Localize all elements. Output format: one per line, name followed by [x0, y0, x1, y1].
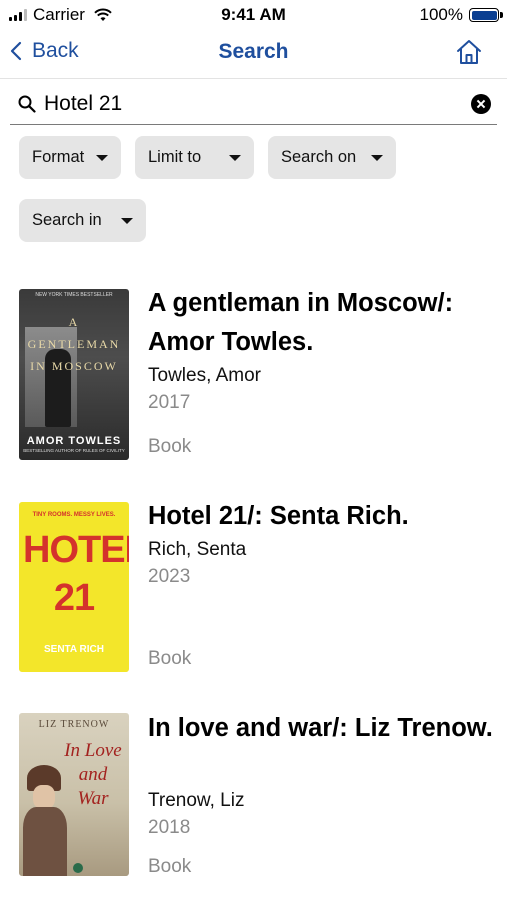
book-cover-image: LIZ TRENOW In Love and War [19, 713, 129, 876]
result-format: Book [148, 648, 192, 669]
battery-percent: 100% [419, 5, 463, 24]
cover-top-text: TINY ROOMS. MESSY LIVES. [32, 512, 116, 518]
search-icon [18, 95, 36, 113]
filter-search-on-dropdown[interactable]: Search on [268, 136, 396, 179]
book-cover-image: NEW YORK TIMES BESTSELLER A GENTLEMAN IN… [19, 289, 129, 460]
caret-down-icon [96, 154, 108, 161]
result-year: 2023 [148, 566, 191, 587]
home-icon[interactable] [455, 38, 483, 66]
book-cover-image: TINY ROOMS. MESSY LIVES. HOTEL 21 SENTA … [19, 502, 129, 672]
filter-label: Search on [281, 148, 357, 166]
filter-format-dropdown[interactable]: Format [19, 136, 121, 179]
navigation-bar: Back Search [0, 30, 507, 79]
cover-title-text: A GENTLEMAN IN MOSCOW [27, 315, 121, 373]
result-format: Book [148, 856, 192, 877]
page-title: Search [218, 40, 289, 63]
filter-limit-to-dropdown[interactable]: Limit to [135, 136, 254, 179]
cover-author-text: LIZ TRENOW [38, 719, 110, 730]
search-input[interactable] [42, 91, 446, 117]
status-bar: Carrier 9:41 AM 100% [0, 0, 507, 30]
status-right: 100% [419, 5, 503, 25]
result-author: Towles, Amor [148, 365, 261, 386]
result-year: 2018 [148, 817, 191, 838]
battery-icon [469, 8, 503, 22]
filter-search-in-dropdown[interactable]: Search in [19, 199, 146, 242]
cover-title-text: HOTEL 21 [23, 529, 129, 619]
caret-down-icon [371, 154, 383, 161]
cover-author-text: AMOR TOWLES [26, 435, 122, 447]
cover-top-text: NEW YORK TIMES BESTSELLER [35, 292, 113, 298]
cover-tagline: BESTSELLING AUTHOR OF RULES OF CIVILITY [23, 448, 125, 453]
filter-label: Format [32, 148, 85, 166]
result-year: 2017 [148, 392, 191, 413]
result-title[interactable]: A gentleman in Moscow/: Amor Towles. [148, 284, 493, 362]
search-bar [10, 84, 497, 125]
cover-title-text: In Love and War [64, 740, 122, 809]
cover-author-text: SENTA RICH [44, 644, 104, 655]
caret-down-icon [229, 154, 241, 161]
result-title[interactable]: In love and war/: Liz Trenow. [148, 709, 493, 748]
clear-search-icon[interactable] [471, 94, 491, 114]
caret-down-icon [121, 217, 133, 224]
result-title[interactable]: Hotel 21/: Senta Rich. [148, 497, 493, 536]
filter-label: Search in [32, 211, 102, 229]
result-author: Rich, Senta [148, 539, 247, 560]
filter-label: Limit to [148, 148, 202, 166]
result-author: Trenow, Liz [148, 790, 245, 811]
result-format: Book [148, 436, 192, 457]
